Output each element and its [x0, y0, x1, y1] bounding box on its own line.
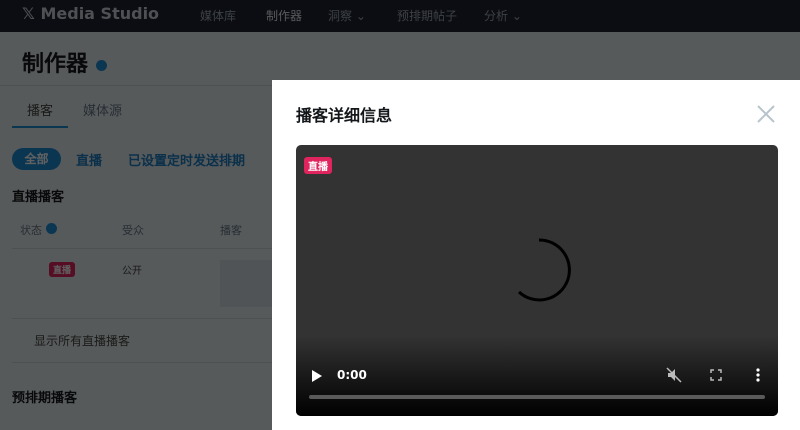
modal-title: 播客详细信息 [296, 106, 393, 125]
podcast-thumbnail[interactable] [220, 260, 272, 307]
logo-text: Media Studio [40, 4, 160, 23]
divider [12, 248, 272, 249]
help-icon[interactable] [95, 60, 107, 71]
divider [12, 318, 272, 319]
audience-value: 公开 [122, 266, 142, 277]
nav-insights[interactable]: 洞察 ⌄ [328, 7, 366, 24]
video-player[interactable]: 直播 0:00 [296, 145, 778, 416]
loading-spinner-icon [517, 238, 571, 302]
tab-media-sources[interactable]: 媒体源 [83, 100, 122, 119]
time-display: 0:00 [337, 368, 367, 382]
logo[interactable]: 𝕏 Media Studio [22, 4, 159, 23]
tab-podcasts[interactable]: 播客 [27, 100, 53, 119]
scheduled-section-title: 预排期播客 [12, 391, 78, 406]
page-title: 制作器 [22, 46, 107, 78]
nav-media-library[interactable]: 媒体库 [200, 7, 236, 24]
col-audience: 受众 [122, 224, 144, 237]
controls-gradient [296, 336, 778, 416]
play-icon[interactable] [311, 369, 323, 383]
tab-underline [12, 126, 68, 128]
col-status: 状态 [20, 222, 57, 238]
nav-analytics[interactable]: 分析 ⌄ [484, 7, 522, 24]
close-icon[interactable] [756, 104, 776, 124]
live-badge: 直播 [304, 157, 332, 174]
top-nav: 𝕏 Media Studio 媒体库 制作器 洞察 ⌄ 预排期帖子 分析 ⌄ [0, 0, 800, 32]
divider [12, 362, 272, 363]
filter-all[interactable]: 全部 [12, 148, 61, 170]
nav-producer[interactable]: 制作器 [266, 7, 302, 24]
progress-bar[interactable] [309, 395, 765, 399]
muted-icon[interactable] [666, 367, 682, 383]
podcast-details-modal: 播客详细信息 直播 0:00 [272, 80, 800, 430]
nav-scheduled-posts[interactable]: 预排期帖子 [397, 7, 457, 24]
show-all-live-link[interactable]: 显示所有直播播客 [34, 332, 130, 349]
live-section-title: 直播播客 [12, 190, 65, 205]
filter-live[interactable]: 直播 [76, 150, 102, 169]
help-icon[interactable] [45, 223, 57, 234]
fullscreen-icon[interactable] [710, 369, 722, 381]
col-podcast: 播客 [220, 224, 242, 237]
more-options-icon[interactable] [756, 368, 760, 382]
live-status-badge: 直播 [49, 262, 76, 277]
filter-scheduled[interactable]: 已设置定时发送排期 [128, 150, 245, 169]
